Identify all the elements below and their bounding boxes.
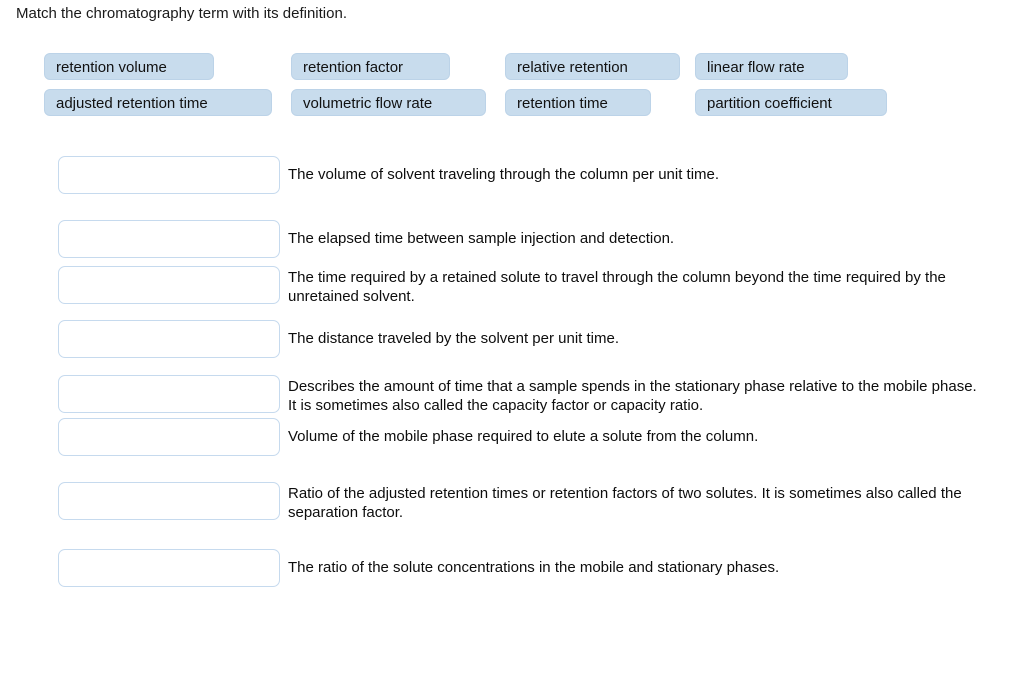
term-chip[interactable]: retention volume bbox=[44, 53, 214, 80]
answer-drop-box[interactable] bbox=[58, 320, 280, 358]
definition-text: Ratio of the adjusted retention times or… bbox=[288, 485, 962, 521]
answer-drop-box[interactable] bbox=[58, 375, 280, 413]
definition-text: The volume of solvent traveling through … bbox=[288, 166, 720, 183]
answer-drop-box[interactable] bbox=[58, 418, 280, 456]
match-row: The elapsed time between sample injectio… bbox=[0, 220, 1024, 258]
definition-text: Volume of the mobile phase required to e… bbox=[288, 428, 759, 445]
definition-text: The ratio of the solute concentrations i… bbox=[288, 559, 780, 576]
match-row: The time required by a retained solute t… bbox=[0, 266, 1024, 306]
term-bank-row: adjusted retention time volumetric flow r… bbox=[44, 89, 944, 125]
definition-text: The time required by a retained solute t… bbox=[288, 269, 946, 305]
match-row: The ratio of the solute concentrations i… bbox=[0, 549, 1024, 587]
answer-drop-box[interactable] bbox=[58, 156, 280, 194]
definition-text: The elapsed time between sample injectio… bbox=[288, 230, 675, 247]
term-bank: retention volume retention factor relative… bbox=[44, 53, 944, 125]
term-chip[interactable]: linear flow rate bbox=[695, 53, 848, 80]
term-chip[interactable]: retention factor bbox=[291, 53, 450, 80]
answer-drop-box[interactable] bbox=[58, 220, 280, 258]
answer-drop-box[interactable] bbox=[58, 549, 280, 587]
term-bank-row: retention volume retention factor relative… bbox=[44, 53, 944, 89]
term-chip[interactable]: partition coefficient bbox=[695, 89, 887, 116]
term-chip[interactable]: volumetric flow rate bbox=[291, 89, 486, 116]
match-row: The distance traveled by the solvent per… bbox=[0, 320, 1024, 358]
match-row: Volume of the mobile phase required to e… bbox=[0, 418, 1024, 456]
term-chip[interactable]: adjusted retention time bbox=[44, 89, 272, 116]
term-chip[interactable]: retention time bbox=[505, 89, 651, 116]
match-row: Ratio of the adjusted retention times or… bbox=[0, 482, 1024, 522]
answer-drop-box[interactable] bbox=[58, 266, 280, 304]
match-row: The volume of solvent traveling through … bbox=[0, 156, 1024, 194]
match-row: Describes the amount of time that a samp… bbox=[0, 375, 1024, 415]
definition-text: Describes the amount of time that a samp… bbox=[288, 378, 977, 414]
definition-text: The distance traveled by the solvent per… bbox=[288, 330, 620, 347]
page-title: Match the chromatography term with its d… bbox=[16, 5, 347, 22]
match-list: The volume of solvent traveling through … bbox=[0, 156, 1024, 587]
term-chip[interactable]: relative retention bbox=[505, 53, 680, 80]
answer-drop-box[interactable] bbox=[58, 482, 280, 520]
